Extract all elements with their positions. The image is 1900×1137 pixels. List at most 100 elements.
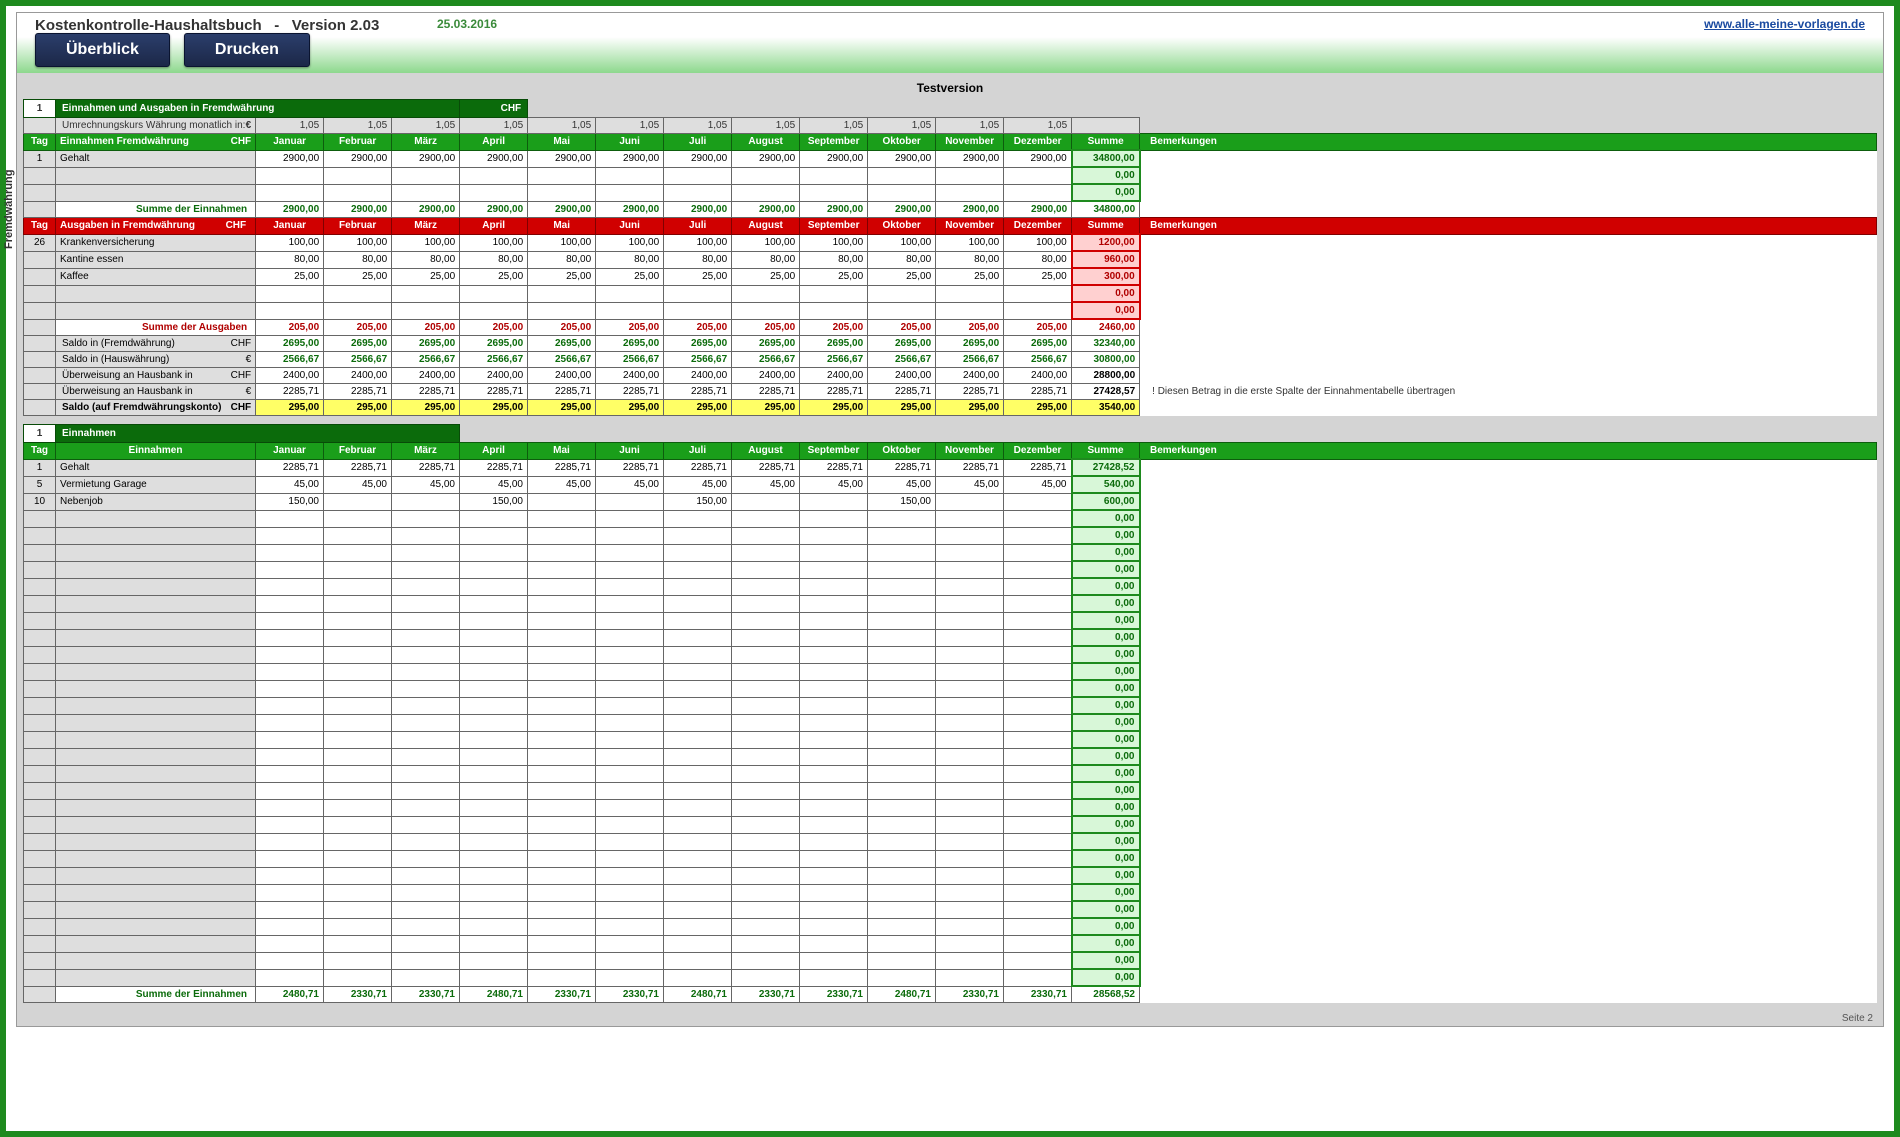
row-tag[interactable] <box>24 268 56 285</box>
value-cell[interactable]: 25,00 <box>256 268 324 285</box>
value-cell[interactable]: 150,00 <box>256 493 324 510</box>
value-cell[interactable] <box>732 493 800 510</box>
value-cell[interactable]: 100,00 <box>936 234 1004 251</box>
rate-cell[interactable]: 1,05 <box>936 118 1004 134</box>
value-cell[interactable]: 80,00 <box>664 251 732 268</box>
value-cell[interactable]: 100,00 <box>596 234 664 251</box>
value-cell[interactable]: 80,00 <box>392 251 460 268</box>
value-cell[interactable]: 80,00 <box>936 251 1004 268</box>
value-cell[interactable]: 25,00 <box>324 268 392 285</box>
rate-cell[interactable]: 1,05 <box>392 118 460 134</box>
value-cell[interactable]: 80,00 <box>1004 251 1072 268</box>
value-cell[interactable]: 2285,71 <box>868 459 936 476</box>
value-cell[interactable]: 2285,71 <box>256 459 324 476</box>
rate-cell[interactable]: 1,05 <box>460 118 528 134</box>
rate-cell[interactable]: 1,05 <box>256 118 324 134</box>
value-cell[interactable]: 25,00 <box>732 268 800 285</box>
value-cell[interactable]: 2900,00 <box>732 150 800 167</box>
rate-cell[interactable]: 1,05 <box>596 118 664 134</box>
value-cell[interactable]: 45,00 <box>936 476 1004 493</box>
value-cell[interactable]: 45,00 <box>868 476 936 493</box>
value-cell[interactable]: 100,00 <box>528 234 596 251</box>
value-cell[interactable]: 80,00 <box>324 251 392 268</box>
value-cell[interactable]: 2900,00 <box>392 150 460 167</box>
value-cell[interactable]: 2900,00 <box>460 150 528 167</box>
rate-cell[interactable]: 1,05 <box>868 118 936 134</box>
row-label[interactable]: Kantine essen <box>56 251 256 268</box>
value-cell[interactable]: 80,00 <box>528 251 596 268</box>
row-label[interactable]: Krankenversicherung <box>56 234 256 251</box>
value-cell[interactable]: 2285,71 <box>392 459 460 476</box>
value-cell[interactable]: 2900,00 <box>596 150 664 167</box>
rate-cell[interactable]: 1,05 <box>732 118 800 134</box>
row-remarks[interactable] <box>1140 459 1877 476</box>
value-cell[interactable]: 25,00 <box>596 268 664 285</box>
value-cell[interactable]: 2900,00 <box>324 150 392 167</box>
value-cell[interactable]: 2285,71 <box>936 459 1004 476</box>
value-cell[interactable]: 2900,00 <box>800 150 868 167</box>
value-cell[interactable]: 2900,00 <box>256 150 324 167</box>
value-cell[interactable]: 25,00 <box>392 268 460 285</box>
value-cell[interactable]: 150,00 <box>664 493 732 510</box>
value-cell[interactable]: 45,00 <box>664 476 732 493</box>
value-cell[interactable]: 100,00 <box>800 234 868 251</box>
row-label[interactable]: Gehalt <box>56 150 256 167</box>
value-cell[interactable]: 2285,71 <box>1004 459 1072 476</box>
value-cell[interactable]: 45,00 <box>256 476 324 493</box>
value-cell[interactable]: 100,00 <box>392 234 460 251</box>
value-cell[interactable] <box>392 493 460 510</box>
value-cell[interactable]: 45,00 <box>800 476 868 493</box>
row-remarks[interactable] <box>1140 493 1877 510</box>
value-cell[interactable]: 25,00 <box>460 268 528 285</box>
value-cell[interactable]: 2900,00 <box>528 150 596 167</box>
value-cell[interactable] <box>324 493 392 510</box>
value-cell[interactable]: 45,00 <box>732 476 800 493</box>
value-cell[interactable]: 2900,00 <box>664 150 732 167</box>
value-cell[interactable]: 25,00 <box>1004 268 1072 285</box>
value-cell[interactable]: 80,00 <box>868 251 936 268</box>
rate-cell[interactable]: 1,05 <box>664 118 732 134</box>
value-cell[interactable]: 150,00 <box>460 493 528 510</box>
row-remarks[interactable] <box>1140 150 1877 167</box>
value-cell[interactable]: 45,00 <box>324 476 392 493</box>
value-cell[interactable]: 150,00 <box>868 493 936 510</box>
value-cell[interactable]: 2900,00 <box>868 150 936 167</box>
rate-cell[interactable]: 1,05 <box>324 118 392 134</box>
value-cell[interactable] <box>936 493 1004 510</box>
value-cell[interactable]: 2285,71 <box>596 459 664 476</box>
value-cell[interactable]: 2900,00 <box>936 150 1004 167</box>
value-cell[interactable]: 2285,71 <box>324 459 392 476</box>
value-cell[interactable]: 2285,71 <box>800 459 868 476</box>
value-cell[interactable]: 100,00 <box>256 234 324 251</box>
print-button[interactable]: Drucken <box>184 33 310 67</box>
value-cell[interactable]: 45,00 <box>528 476 596 493</box>
value-cell[interactable]: 80,00 <box>596 251 664 268</box>
value-cell[interactable]: 100,00 <box>1004 234 1072 251</box>
value-cell[interactable]: 2285,71 <box>528 459 596 476</box>
row-tag[interactable]: 1 <box>24 150 56 167</box>
value-cell[interactable]: 80,00 <box>460 251 528 268</box>
row-remarks[interactable] <box>1140 476 1877 493</box>
row-remarks[interactable] <box>1140 251 1877 268</box>
row-tag[interactable] <box>24 251 56 268</box>
value-cell[interactable]: 45,00 <box>460 476 528 493</box>
value-cell[interactable]: 100,00 <box>664 234 732 251</box>
value-cell[interactable] <box>528 493 596 510</box>
website-link[interactable]: www.alle-meine-vorlagen.de <box>1704 17 1865 31</box>
overview-button[interactable]: Überblick <box>35 33 170 67</box>
value-cell[interactable]: 45,00 <box>392 476 460 493</box>
value-cell[interactable]: 25,00 <box>800 268 868 285</box>
value-cell[interactable]: 2285,71 <box>664 459 732 476</box>
row-label[interactable]: Gehalt <box>56 459 256 476</box>
value-cell[interactable]: 25,00 <box>936 268 1004 285</box>
value-cell[interactable]: 80,00 <box>732 251 800 268</box>
row-remarks[interactable] <box>1140 234 1877 251</box>
value-cell[interactable]: 2285,71 <box>460 459 528 476</box>
value-cell[interactable]: 25,00 <box>664 268 732 285</box>
row-label[interactable]: Nebenjob <box>56 493 256 510</box>
row-remarks[interactable] <box>1140 268 1877 285</box>
value-cell[interactable]: 45,00 <box>1004 476 1072 493</box>
value-cell[interactable]: 2900,00 <box>1004 150 1072 167</box>
value-cell[interactable]: 100,00 <box>868 234 936 251</box>
value-cell[interactable]: 80,00 <box>256 251 324 268</box>
